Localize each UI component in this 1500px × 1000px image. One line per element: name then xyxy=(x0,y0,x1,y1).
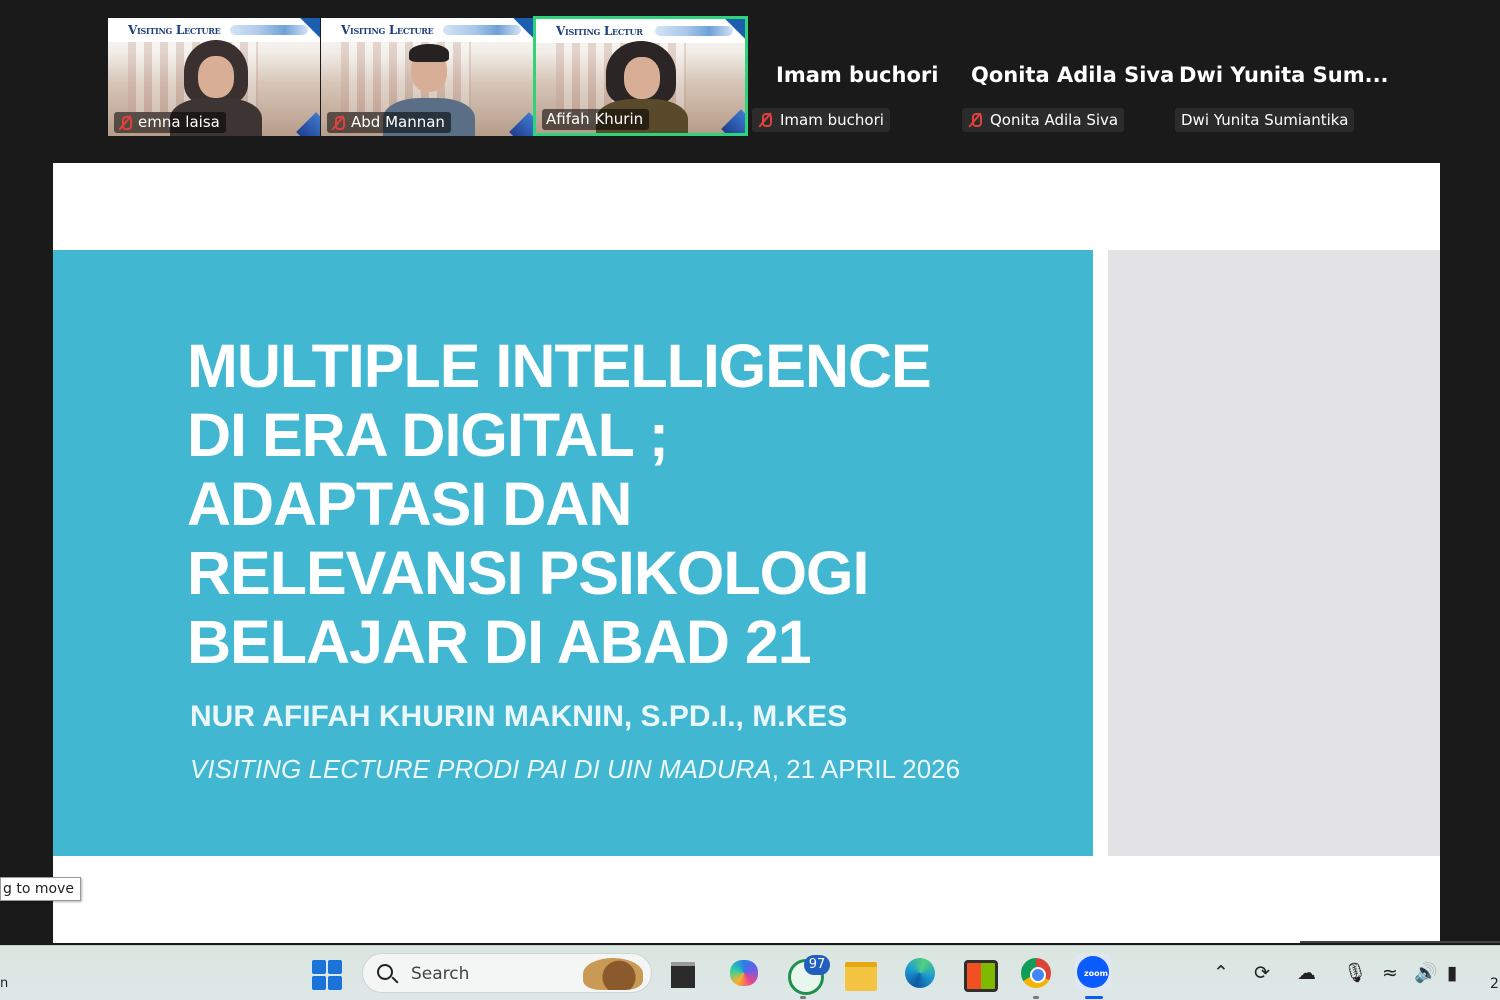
slide-event-date: , 21 APRIL 2026 xyxy=(771,754,961,784)
microphone-icon[interactable]: 🎙 xyxy=(1343,962,1367,984)
slide-event-name: VISITING LECTURE PRODI PAI DI UIN MADURA xyxy=(190,754,772,784)
shared-screen: MULTIPLE INTELLIGENCE DI ERA DIGITAL ; A… xyxy=(53,163,1440,943)
slide-title-line: RELEVANSI PSIKOLOGI xyxy=(187,539,869,607)
terminal-icon[interactable] xyxy=(666,955,702,991)
zoom-label: zoom xyxy=(1084,969,1108,978)
banner-heading: Visiting Lecture xyxy=(341,23,434,37)
participant-display-name: Qonita Adila Siva xyxy=(971,63,1175,87)
participant-name: Abd Mannan xyxy=(351,113,445,131)
participant-display-name: Imam buchori xyxy=(776,63,939,87)
search-box[interactable]: Search xyxy=(362,953,652,993)
mic-muted-icon xyxy=(758,112,772,128)
participant-name: Afifah Khurin xyxy=(546,110,644,128)
banner-heading: Visiting Lecture xyxy=(128,23,221,37)
copilot-icon[interactable] xyxy=(726,955,762,991)
divider xyxy=(1300,941,1500,943)
participant-name-label: Dwi Yunita Sumiantika xyxy=(1175,108,1355,132)
video-tile-emna-laisa[interactable]: Visiting Lecture emna laisa xyxy=(108,18,320,136)
participant-name-label: Qonita Adila Siva xyxy=(962,108,1125,132)
slide-event: VISITING LECTURE PRODI PAI DI UIN MADURA… xyxy=(190,754,960,785)
edge-text: n xyxy=(0,976,9,991)
video-tile-abd-mannan[interactable]: Visiting Lecture Abd Mannan xyxy=(321,18,533,136)
slide-title: MULTIPLE INTELLIGENCE DI ERA DIGITAL ; A… xyxy=(187,332,1047,677)
participant-display-name: Dwi Yunita Sum... xyxy=(1179,63,1389,87)
participant-name-label: emna laisa xyxy=(114,112,226,133)
slide-author: NUR AFIFAH KHURIN MAKNIN, S.PD.I., M.KES xyxy=(190,700,848,733)
running-indicator xyxy=(800,996,806,999)
name-tile-dwi-yunita[interactable]: Dwi Yunita Sum... Dwi Yunita Sumiantika xyxy=(1175,18,1390,136)
logos-strip xyxy=(230,25,308,35)
slide-title-panel: MULTIPLE INTELLIGENCE DI ERA DIGITAL ; A… xyxy=(53,250,1093,856)
mic-muted-icon xyxy=(118,115,132,131)
sync-icon[interactable]: ⟳ xyxy=(1254,962,1270,984)
hedgehog-icon xyxy=(583,958,643,990)
slide-title-line: DI ERA DIGITAL ; xyxy=(187,401,669,469)
slide-side-panel xyxy=(1108,250,1440,856)
mic-muted-icon xyxy=(968,112,982,128)
participant-name-label: Abd Mannan xyxy=(327,112,451,133)
slide-title-line: MULTIPLE INTELLIGENCE xyxy=(187,332,932,400)
participant-name-label: Imam buchori xyxy=(752,108,890,132)
running-indicator xyxy=(1033,996,1039,999)
search-label: Search xyxy=(411,964,470,984)
drag-tooltip: g to move xyxy=(0,877,81,901)
logos-strip xyxy=(443,25,521,35)
mic-muted-icon xyxy=(331,115,345,131)
battery-icon[interactable]: ▮ xyxy=(1447,962,1457,984)
chrome-icon[interactable] xyxy=(1018,955,1054,991)
name-tile-qonita-adila-siva[interactable]: Qonita Adila Siva Qonita Adila Siva xyxy=(962,18,1175,136)
clock[interactable]: 2 xyxy=(1490,976,1499,992)
start-icon[interactable] xyxy=(310,957,346,993)
store-icon[interactable] xyxy=(960,955,998,992)
notification-badge: 97 xyxy=(804,955,830,975)
participant-name-label: Afifah Khurin xyxy=(542,109,650,130)
search-icon xyxy=(377,964,393,980)
participant-name: Imam buchori xyxy=(780,111,884,129)
chevron-up-icon[interactable]: ⌃ xyxy=(1213,962,1229,984)
name-tile-imam-buchori[interactable]: Imam buchori Imam buchori xyxy=(752,18,952,136)
slide-title-line: BELAJAR DI ABAD 21 xyxy=(187,608,812,676)
participant-name: Qonita Adila Siva xyxy=(990,111,1119,129)
logos-strip xyxy=(655,26,733,36)
active-app-indicator xyxy=(1085,996,1103,999)
file-explorer-icon[interactable] xyxy=(843,955,879,991)
participant-strip: Visiting Lecture emna laisa Visiting Lec… xyxy=(0,0,1500,150)
participant-name: Dwi Yunita Sumiantika xyxy=(1181,111,1349,129)
cloud-off-icon[interactable]: ☁ xyxy=(1297,962,1316,984)
participant-name: emna laisa xyxy=(138,113,220,131)
edge-icon[interactable] xyxy=(902,955,938,991)
volume-icon[interactable]: 🔊 xyxy=(1414,962,1438,984)
video-tile-afifah-khurin[interactable]: Visiting Lectur Afifah Khurin xyxy=(533,16,748,136)
wifi-icon[interactable]: ≈ xyxy=(1382,962,1398,984)
banner-heading: Visiting Lectur xyxy=(556,24,643,38)
slide-title-line: ADAPTASI DAN xyxy=(187,470,632,538)
